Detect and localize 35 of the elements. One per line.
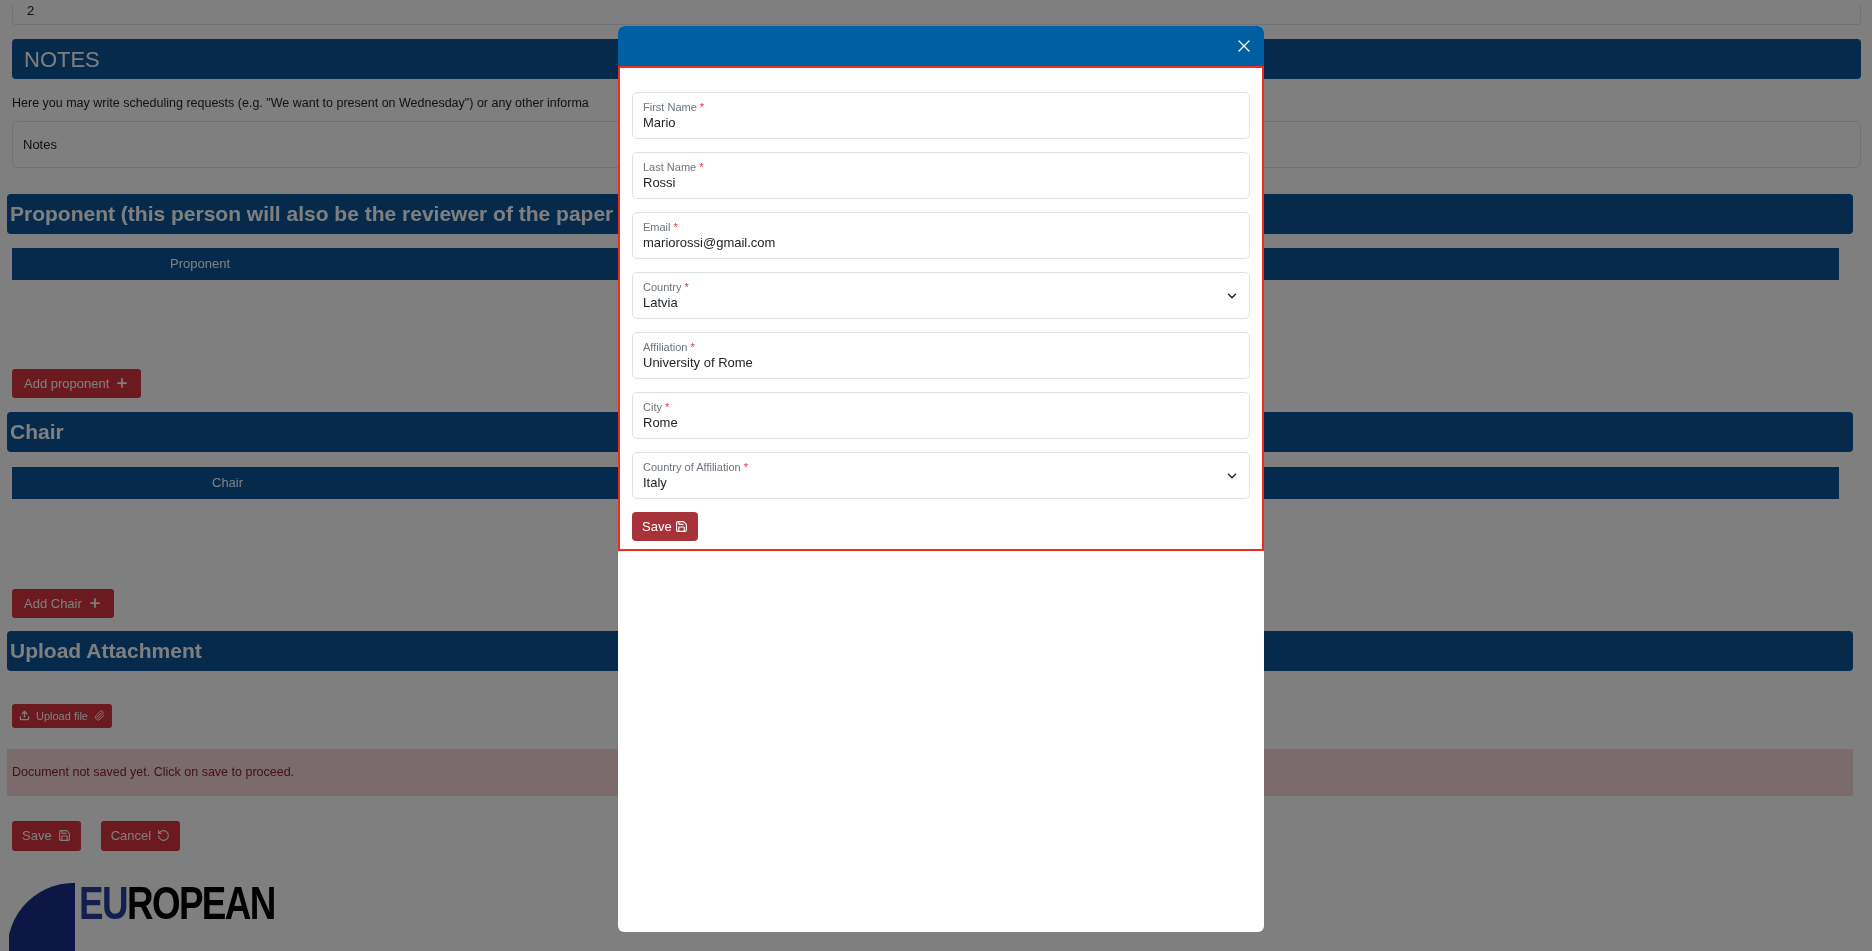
logo-text: EUROPEAN [79,882,275,923]
save-icon [674,520,688,533]
field-value: Rome [643,413,678,432]
column-header: Proponent [170,255,230,273]
field-label: First Name * [643,99,705,114]
field-value: University of Rome [643,353,753,372]
input-field[interactable]: Affiliation * University of Rome [632,332,1250,379]
input-field[interactable]: Last Name * Rossi [632,152,1250,199]
save-button[interactable]: Save [632,512,698,541]
field-value: Rossi [643,173,677,192]
upload-icon [19,710,30,722]
field-value: Latvia [643,293,679,312]
save-icon [57,829,71,843]
undo-icon [157,829,171,843]
field-value: Mario [643,113,677,132]
paperclip-icon [94,710,105,722]
field-label: Country of Affiliation * [643,459,748,474]
field-label: Country * [643,279,689,294]
input-field[interactable]: Email * mariorossi@gmail.com [632,212,1250,259]
select-field[interactable]: Country of Affiliation * Italy [632,452,1250,499]
column-header: Chair [212,474,244,492]
field-label: Last Name * [643,159,704,174]
plus-icon [87,596,102,611]
field-label: Affiliation * [643,339,696,354]
field-value: mariorossi@gmail.com [643,233,776,252]
notes-description: Here you may write scheduling requests (e.g. "We want to present on Wednesday") or any other informa [12,95,589,112]
input-field[interactable]: First Name * Mario [632,92,1250,139]
input-field[interactable]: City * Rome [632,392,1250,439]
alert-text: Document not saved yet. Click on save to proceed. [12,763,295,781]
plus-icon [115,376,130,391]
field-label: Email * [643,219,679,234]
field-value: Italy [643,473,668,492]
field-label: City * [643,399,671,414]
number-field[interactable]: 2 [12,6,1861,25]
select-field[interactable]: Country * Latvia [632,272,1250,319]
